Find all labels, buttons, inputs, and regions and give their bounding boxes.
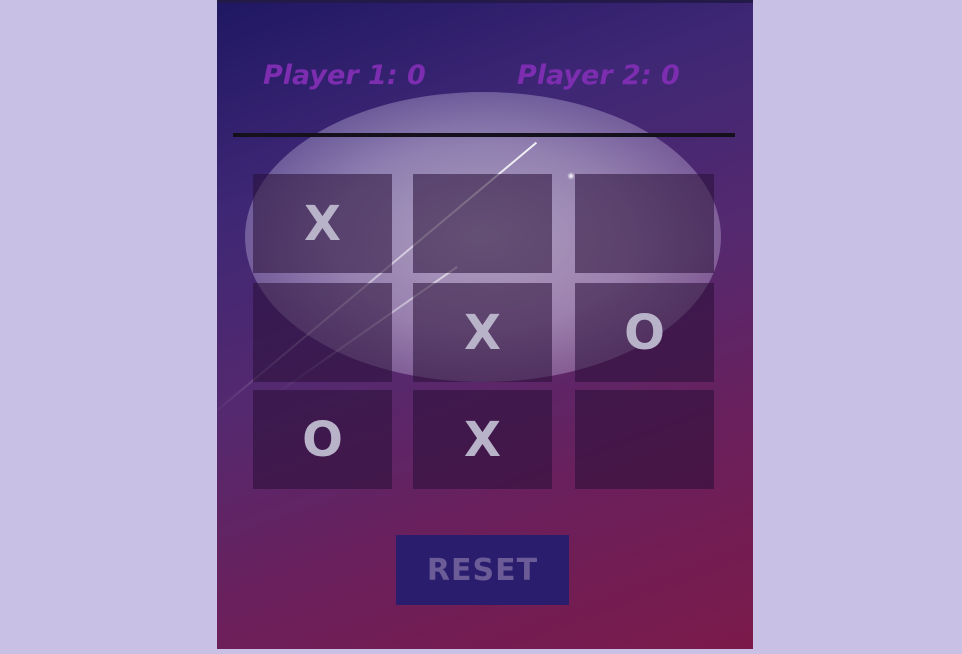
board-cell-1-0[interactable] bbox=[253, 283, 392, 382]
board-cell-0-1[interactable] bbox=[413, 174, 552, 273]
board-cell-0-0[interactable]: X bbox=[253, 174, 392, 273]
board-cell-0-2[interactable] bbox=[575, 174, 714, 273]
window-top-edge bbox=[217, 0, 753, 3]
board-cell-2-2[interactable] bbox=[575, 390, 714, 489]
reset-button[interactable]: RESET bbox=[396, 535, 569, 605]
board-cell-1-2[interactable]: O bbox=[575, 283, 714, 382]
game-screen: Player 1: 0 Player 2: 0 X X O O X RESET bbox=[217, 0, 753, 649]
board-cell-1-1[interactable]: X bbox=[413, 283, 552, 382]
board-cell-2-0[interactable]: O bbox=[253, 390, 392, 489]
app-stage: Player 1: 0 Player 2: 0 X X O O X RESET bbox=[0, 0, 962, 654]
board-cell-2-1[interactable]: X bbox=[413, 390, 552, 489]
